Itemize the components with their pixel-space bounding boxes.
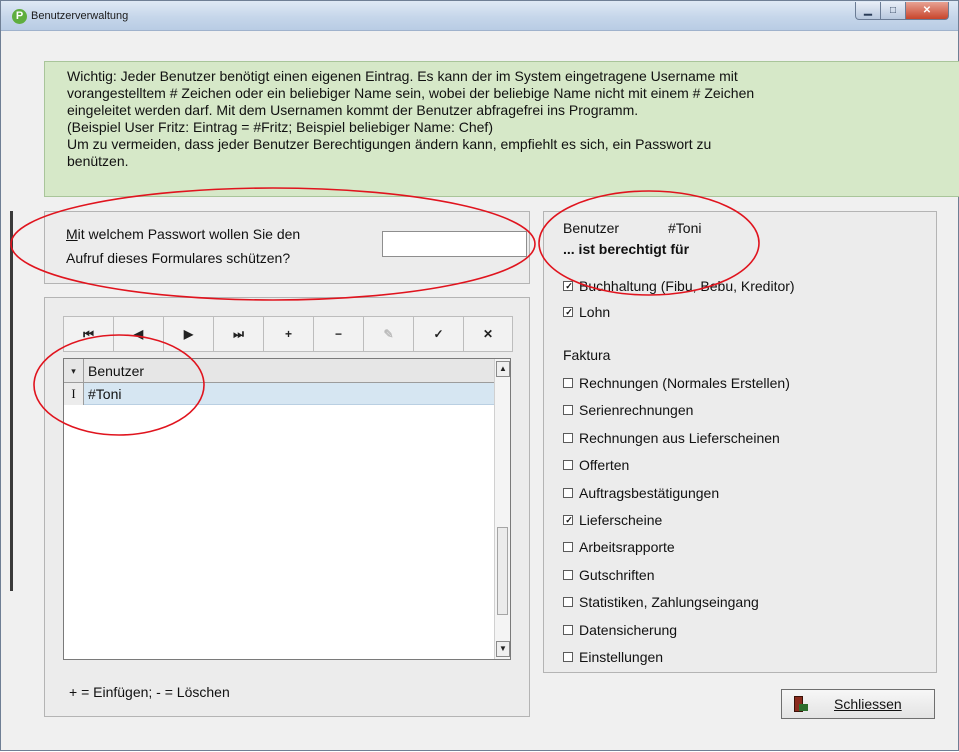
close-button-label: Schliessen bbox=[834, 696, 902, 712]
info-line: Wichtig: Jeder Benutzer benötigt einen e… bbox=[67, 68, 738, 84]
checkbox-icon[interactable] bbox=[563, 378, 573, 388]
title-bar[interactable]: P Benutzerverwaltung ▁ □ ✕ bbox=[1, 1, 958, 31]
permissions-panel: Benutzer #Toni ... ist berechtigt für Bu… bbox=[543, 211, 937, 673]
close-window-button[interactable]: ✕ bbox=[906, 2, 949, 20]
column-menu-icon[interactable]: ▾ bbox=[64, 359, 84, 383]
permission-label: Rechnungen (Normales Erstellen) bbox=[579, 375, 790, 391]
faktura-group-label: Faktura bbox=[563, 347, 611, 363]
password-label-text: it welchem Passwort wollen Sie den bbox=[77, 226, 301, 242]
permission-checkbox[interactable]: Serienrechnungen bbox=[563, 400, 693, 420]
permission-label: Statistiken, Zahlungseingang bbox=[579, 594, 759, 611]
password-panel: Mit welchem Passwort wollen Sie den Aufr… bbox=[44, 211, 530, 284]
prev-record-button[interactable]: ◀ bbox=[113, 316, 163, 352]
permissions-subheading: ... ist berechtigt für bbox=[563, 241, 690, 257]
benutzerverwaltung-window: P Benutzerverwaltung ▁ □ ✕ Wichtig: Jede… bbox=[0, 0, 959, 751]
permission-label: Arbeitsrapporte bbox=[579, 539, 675, 556]
password-input[interactable] bbox=[382, 231, 527, 257]
permission-checkbox[interactable]: Auftragsbestätigungen bbox=[563, 483, 719, 503]
info-line: vorangestelltem # Zeichen oder ein belie… bbox=[67, 85, 755, 101]
permission-checkbox[interactable]: Gutschriften bbox=[563, 565, 654, 585]
permission-label: Datensicherung bbox=[579, 621, 678, 638]
checkbox-icon[interactable] bbox=[563, 597, 573, 608]
window-edge-divider bbox=[10, 211, 13, 591]
next-record-button[interactable]: ▶ bbox=[163, 316, 213, 352]
app-icon: P bbox=[12, 9, 27, 24]
info-line: Um zu vermeiden, dass jeder Benutzer Ber… bbox=[67, 136, 712, 152]
permission-label: Offerten bbox=[579, 457, 630, 474]
permission-checkbox[interactable]: Lohn bbox=[563, 302, 610, 322]
users-grid[interactable]: ▾ Benutzer I #Toni ▲ ▼ bbox=[63, 358, 511, 660]
checkbox-icon[interactable] bbox=[563, 569, 573, 580]
info-line: eingeleitet werden darf. Mit dem Usernam… bbox=[67, 102, 639, 118]
permission-label: Lohn bbox=[579, 304, 611, 320]
first-record-button[interactable]: ⏮ bbox=[63, 316, 113, 352]
permission-label: Einstellungen bbox=[579, 649, 664, 665]
insert-delete-hint: + = Einfügen; - = Löschen bbox=[69, 684, 230, 700]
benutzer-cell[interactable]: #Toni bbox=[88, 386, 121, 402]
checkbox-icon[interactable] bbox=[563, 515, 574, 526]
info-line: benützen. bbox=[67, 153, 129, 169]
permission-label: Gutschriften bbox=[579, 566, 655, 583]
permissions-user: #Toni bbox=[668, 220, 702, 236]
checkbox-icon[interactable] bbox=[563, 542, 573, 553]
vertical-scrollbar[interactable]: ▲ ▼ bbox=[494, 359, 510, 659]
row-edit-indicator: I bbox=[64, 383, 84, 405]
door-step bbox=[799, 704, 808, 711]
window-title: Benutzerverwaltung bbox=[31, 10, 129, 22]
table-row[interactable]: I #Toni bbox=[64, 383, 494, 405]
scroll-up-icon[interactable]: ▲ bbox=[496, 361, 510, 377]
exit-door-icon bbox=[792, 695, 808, 713]
checkbox-icon[interactable] bbox=[563, 460, 573, 471]
insert-record-button[interactable]: + bbox=[263, 316, 313, 352]
info-line: (Beispiel User Fritz: Eintrag = #Fritz; … bbox=[67, 119, 493, 135]
checkbox-icon[interactable] bbox=[563, 652, 573, 662]
checkbox-icon[interactable] bbox=[563, 432, 573, 443]
info-notice: Wichtig: Jeder Benutzer benötigt einen e… bbox=[44, 61, 959, 197]
post-record-button[interactable]: ✓ bbox=[413, 316, 463, 352]
permission-checkbox[interactable]: Arbeitsrapporte bbox=[563, 537, 675, 557]
scrollbar-thumb[interactable] bbox=[497, 527, 508, 615]
checkbox-icon[interactable] bbox=[563, 307, 574, 318]
delete-record-button[interactable]: − bbox=[313, 316, 363, 352]
checkbox-icon[interactable] bbox=[563, 281, 574, 292]
permissions-heading: Benutzer bbox=[563, 220, 620, 236]
checkbox-icon[interactable] bbox=[563, 405, 573, 416]
close-button[interactable]: Schliessen bbox=[781, 689, 935, 719]
accelerator-letter: M bbox=[66, 226, 78, 242]
password-label-line2: Aufruf dieses Formulares schützen? bbox=[66, 250, 291, 266]
last-record-button[interactable]: ⏭ bbox=[213, 316, 263, 352]
window-controls: ▁ □ ✕ bbox=[855, 2, 949, 22]
users-panel: ⏮ ◀ ▶ ⏭ + − ✎ ✓ ✕ ▾ Benutzer I #Toni ▲ ▼ + = Ein… bbox=[44, 297, 530, 717]
permission-checkbox[interactable]: Rechnungen (Normales Erstellen) bbox=[563, 373, 790, 393]
permission-label: Buchhaltung (Fibu, Bebu, Kreditor) bbox=[579, 278, 795, 294]
permission-label: Lieferscheine bbox=[579, 512, 663, 528]
cancel-record-button[interactable]: ✕ bbox=[463, 316, 513, 352]
maximize-button[interactable]: □ bbox=[881, 2, 906, 20]
permission-label: Rechnungen aus Lieferscheinen bbox=[579, 429, 780, 446]
scroll-down-icon[interactable]: ▼ bbox=[496, 641, 510, 657]
password-label: Mit welchem Passwort wollen Sie den bbox=[66, 226, 300, 242]
record-navigator: ⏮ ◀ ▶ ⏭ + − ✎ ✓ ✕ bbox=[63, 316, 513, 352]
column-header-benutzer[interactable]: Benutzer bbox=[88, 363, 144, 379]
permission-checkbox[interactable]: Datensicherung bbox=[563, 620, 677, 640]
checkbox-icon[interactable] bbox=[563, 624, 573, 635]
checkbox-icon[interactable] bbox=[563, 487, 573, 498]
permission-checkbox[interactable]: Rechnungen aus Lieferscheinen bbox=[563, 428, 780, 448]
permission-label: Auftragsbestätigungen bbox=[579, 484, 720, 501]
permission-checkbox[interactable]: Statistiken, Zahlungseingang bbox=[563, 592, 759, 612]
minimize-button[interactable]: ▁ bbox=[855, 2, 881, 20]
edit-record-button[interactable]: ✎ bbox=[363, 316, 413, 352]
permission-label: Serienrechnungen bbox=[579, 402, 694, 419]
permission-checkbox[interactable]: Einstellungen bbox=[563, 647, 663, 667]
permission-checkbox[interactable]: Buchhaltung (Fibu, Bebu, Kreditor) bbox=[563, 276, 795, 296]
permission-checkbox[interactable]: Lieferscheine bbox=[563, 510, 662, 530]
permission-checkbox[interactable]: Offerten bbox=[563, 455, 629, 475]
grid-header: ▾ Benutzer bbox=[64, 359, 494, 383]
